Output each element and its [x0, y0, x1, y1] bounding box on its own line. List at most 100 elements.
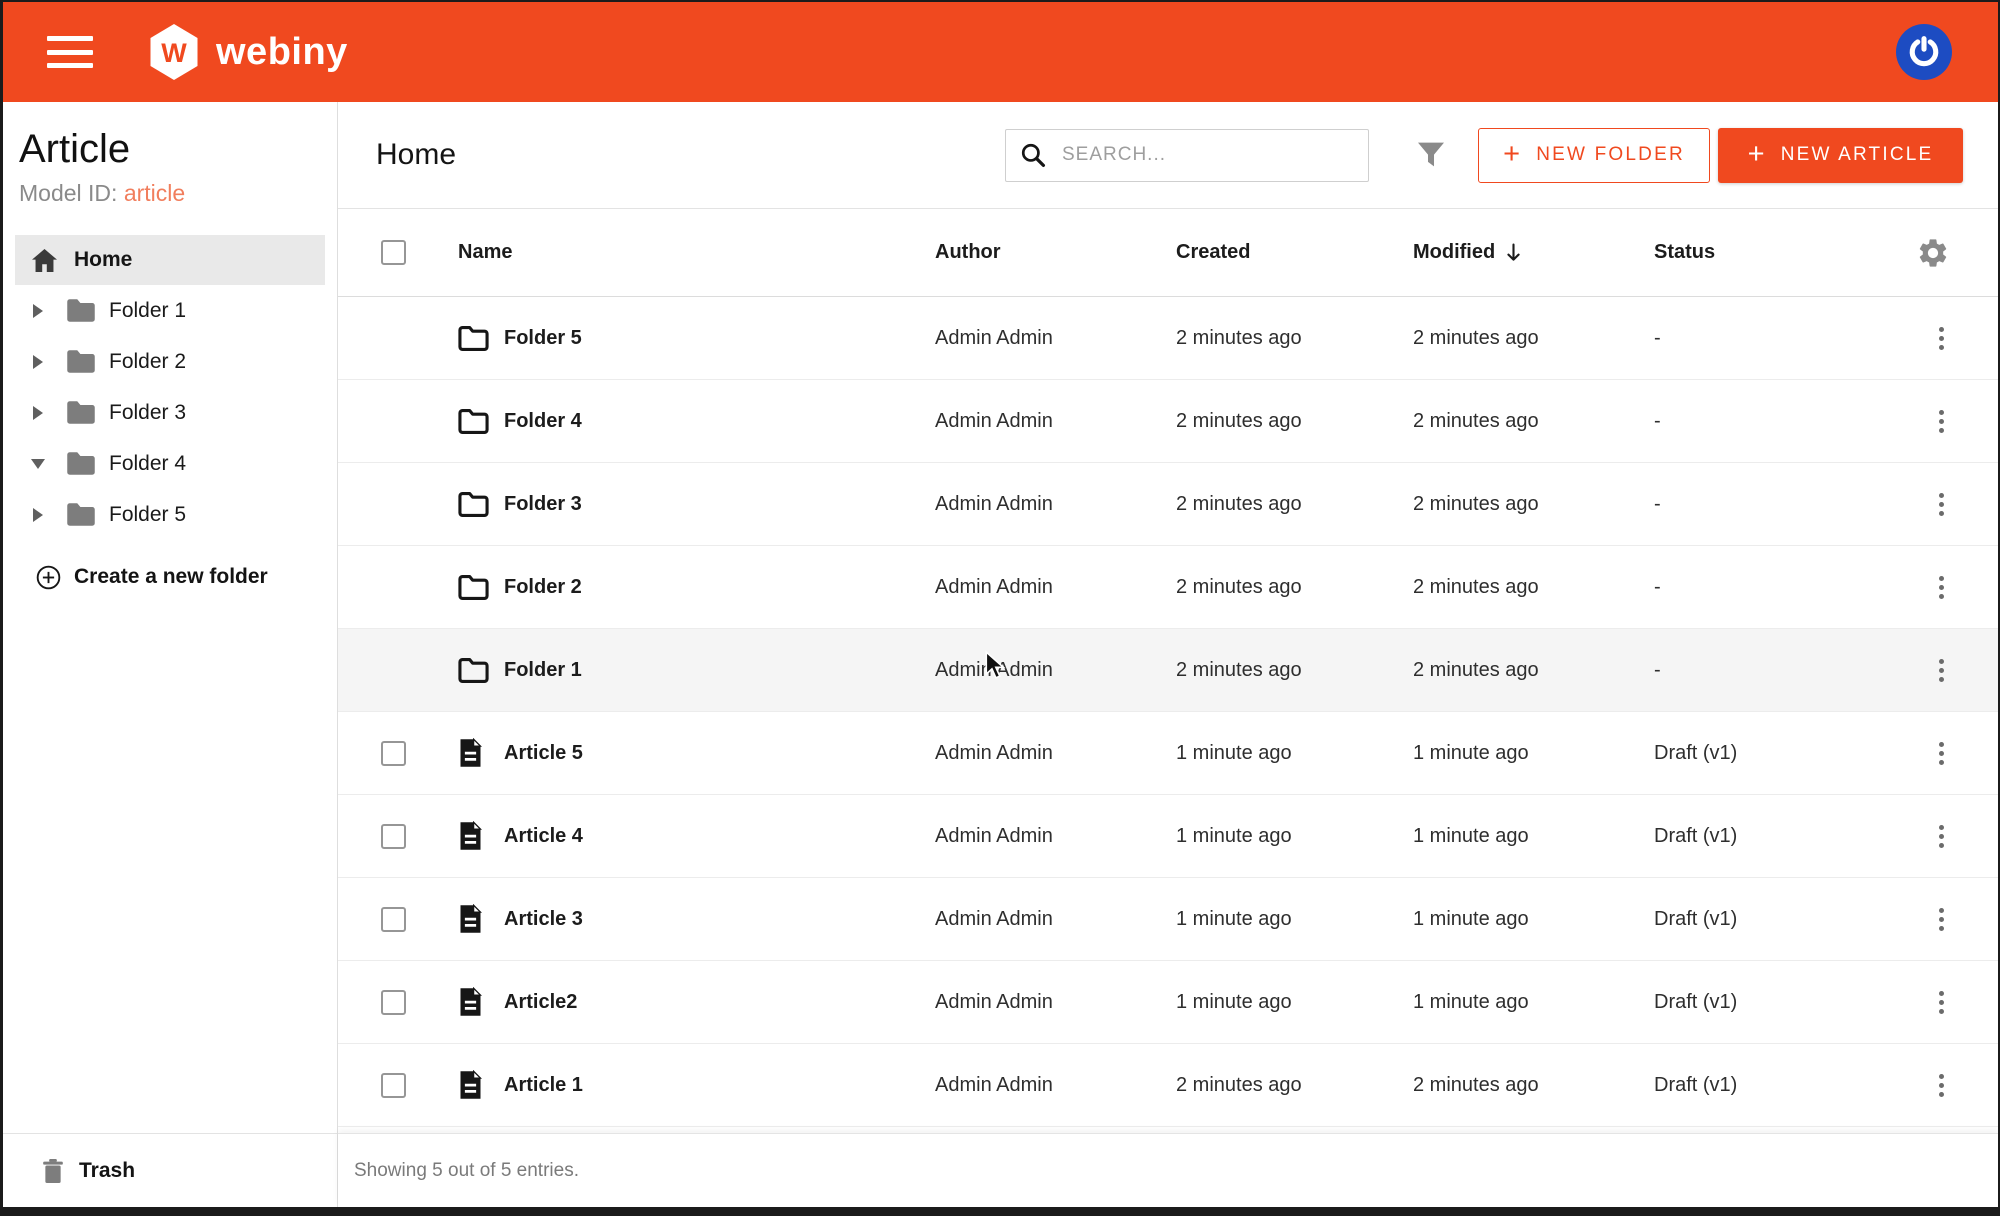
sidebar-folder-item[interactable]: Folder 5: [15, 489, 325, 540]
row-created: 2 minutes ago: [1176, 659, 1413, 682]
table-row[interactable]: Folder 5 Admin Admin 2 minutes ago 2 min…: [338, 297, 1998, 380]
row-author: Admin Admin: [935, 991, 1176, 1014]
row-author: Admin Admin: [935, 659, 1176, 682]
table-row[interactable]: Article 5 Admin Admin 1 minute ago 1 min…: [338, 712, 1998, 795]
row-created: 2 minutes ago: [1176, 327, 1413, 350]
row-status: -: [1654, 659, 1898, 682]
column-header-modified[interactable]: Modified: [1413, 241, 1495, 264]
model-id-value: article: [124, 180, 185, 206]
table-row[interactable]: Folder 3 Admin Admin 2 minutes ago 2 min…: [338, 463, 1998, 546]
create-folder-label: Create a new folder: [74, 565, 268, 589]
row-created: 2 minutes ago: [1176, 410, 1413, 433]
row-actions-menu-button[interactable]: [1933, 819, 1950, 854]
row-actions-menu-button[interactable]: [1933, 321, 1950, 356]
column-header-author[interactable]: Author: [935, 241, 1001, 263]
table-row[interactable]: Folder 2 Admin Admin 2 minutes ago 2 min…: [338, 546, 1998, 629]
row-actions-menu-button[interactable]: [1933, 985, 1950, 1020]
row-created: 2 minutes ago: [1176, 1074, 1413, 1097]
row-name: Article 5: [504, 742, 583, 765]
expand-caret-icon[interactable]: [28, 459, 48, 469]
webiny-logo[interactable]: W webiny: [149, 24, 348, 80]
row-checkbox[interactable]: [381, 907, 406, 932]
row-actions-menu-button[interactable]: [1933, 902, 1950, 937]
row-checkbox[interactable]: [381, 741, 406, 766]
sidebar-folder-item[interactable]: Folder 1: [15, 285, 325, 336]
trash-button[interactable]: Trash: [3, 1133, 337, 1207]
table-row[interactable]: Folder 4 Admin Admin 2 minutes ago 2 min…: [338, 380, 1998, 463]
entries-table: Name Author Created Modified Status: [338, 209, 1998, 1133]
row-modified: 2 minutes ago: [1413, 493, 1654, 516]
folder-tree: Home Folder 1 Folder 2 Folder 3 Folder 4: [3, 221, 337, 600]
row-actions-menu-button[interactable]: [1933, 653, 1950, 688]
expand-caret-icon[interactable]: [28, 508, 48, 522]
filter-button[interactable]: [1414, 138, 1448, 172]
table-header-row: Name Author Created Modified Status: [338, 209, 1998, 297]
sidebar-folder-item[interactable]: Folder 3: [15, 387, 325, 438]
table-settings-button[interactable]: [1916, 236, 1950, 270]
gear-icon: [1916, 236, 1950, 270]
sidebar-folder-label: Folder 3: [109, 401, 186, 425]
row-actions-menu-button[interactable]: [1933, 570, 1950, 605]
select-all-checkbox[interactable]: [381, 240, 406, 265]
expand-caret-icon[interactable]: [28, 406, 48, 420]
table-row[interactable]: Folder 1 Admin Admin 2 minutes ago 2 min…: [338, 629, 1998, 712]
table-row[interactable]: Article 4 Admin Admin 1 minute ago 1 min…: [338, 795, 1998, 878]
row-actions-menu-button[interactable]: [1933, 736, 1950, 771]
sidebar-item-home[interactable]: Home: [15, 235, 325, 285]
folder-icon: [66, 400, 96, 425]
row-name: Folder 5: [504, 327, 582, 350]
folder-icon: [458, 408, 489, 435]
row-modified: 2 minutes ago: [1413, 410, 1654, 433]
folder-icon: [66, 298, 96, 323]
row-actions-menu-button[interactable]: [1933, 404, 1950, 439]
expand-caret-icon[interactable]: [28, 304, 48, 318]
webiny-hexagon-icon: W: [149, 24, 199, 80]
folder-icon: [458, 491, 489, 518]
home-icon: [32, 249, 57, 272]
folder-icon: [66, 349, 96, 374]
create-folder-button[interactable]: Create a new folder: [15, 554, 325, 600]
document-icon: [458, 821, 483, 851]
brand-wordmark: webiny: [216, 31, 348, 74]
row-author: Admin Admin: [935, 576, 1176, 599]
row-author: Admin Admin: [935, 908, 1176, 931]
new-article-button[interactable]: + NEW ARTICLE: [1718, 128, 1963, 183]
top-bar: W webiny: [3, 2, 1998, 102]
table-row[interactable]: Article 3 Admin Admin 1 minute ago 1 min…: [338, 878, 1998, 961]
row-checkbox[interactable]: [381, 990, 406, 1015]
row-author: Admin Admin: [935, 742, 1176, 765]
expand-caret-icon[interactable]: [28, 355, 48, 369]
row-checkbox[interactable]: [381, 824, 406, 849]
row-status: Draft (v1): [1654, 991, 1898, 1014]
row-status: Draft (v1): [1654, 825, 1898, 848]
row-checkbox[interactable]: [381, 1073, 406, 1098]
row-actions-menu-button[interactable]: [1933, 487, 1950, 522]
row-actions-menu-button[interactable]: [1933, 1068, 1950, 1103]
screen: W webiny Article Model ID: article: [0, 0, 2000, 1216]
user-avatar[interactable]: [1896, 24, 1952, 80]
new-article-label: NEW ARTICLE: [1781, 144, 1934, 166]
new-folder-button[interactable]: + NEW FOLDER: [1478, 128, 1710, 183]
document-icon: [458, 1070, 483, 1100]
table-row[interactable]: Article 1 Admin Admin 2 minutes ago 2 mi…: [338, 1044, 1998, 1127]
sidebar-folder-item[interactable]: Folder 2: [15, 336, 325, 387]
table-row[interactable]: Article2 Admin Admin 1 minute ago 1 minu…: [338, 961, 1998, 1044]
row-name: Folder 2: [504, 576, 582, 599]
row-status: -: [1654, 493, 1898, 516]
column-header-name[interactable]: Name: [458, 241, 512, 264]
document-icon: [458, 738, 483, 768]
model-id-label: Model ID:: [19, 180, 117, 206]
row-status: Draft (v1): [1654, 742, 1898, 765]
search-input[interactable]: [1060, 143, 1354, 167]
sidebar-header: Article Model ID: article: [3, 102, 337, 221]
row-created: 1 minute ago: [1176, 825, 1413, 848]
sidebar-folder-item[interactable]: Folder 4: [15, 438, 325, 489]
row-modified: 2 minutes ago: [1413, 659, 1654, 682]
document-icon: [458, 904, 483, 934]
hamburger-menu-icon[interactable]: [47, 36, 93, 68]
column-header-created[interactable]: Created: [1176, 241, 1250, 263]
sidebar-item-label: Home: [74, 248, 132, 272]
folder-icon: [458, 657, 489, 684]
row-name: Folder 3: [504, 493, 582, 516]
column-header-status[interactable]: Status: [1654, 241, 1715, 263]
